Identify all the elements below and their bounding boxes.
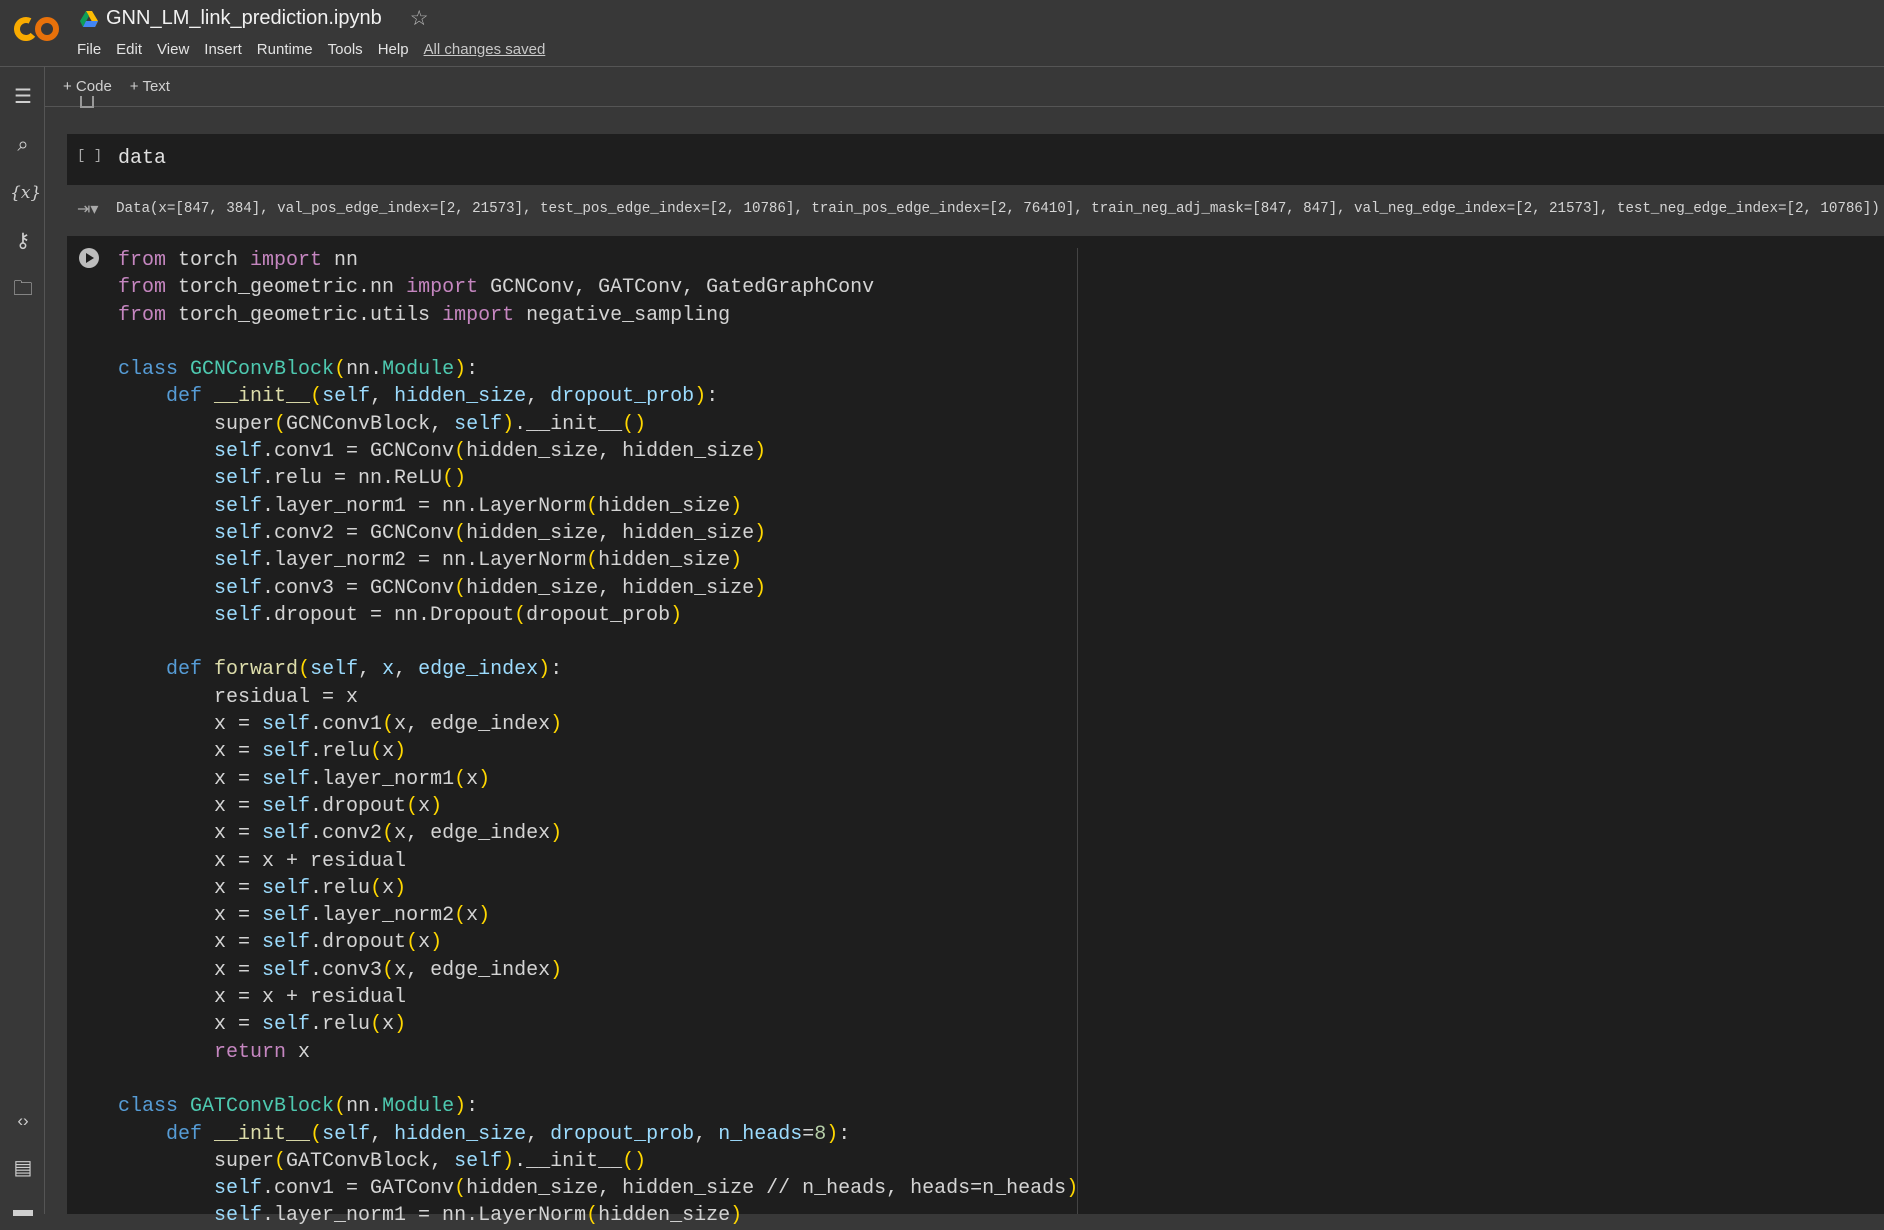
code-line[interactable]: x = self.dropout(x) [118, 793, 1078, 820]
code-line[interactable]: x = self.conv3(x, edge_index) [118, 957, 1078, 984]
code-cell-model[interactable]: from torch import nn from torch_geometric… [67, 236, 1884, 1227]
code-line[interactable]: residual = x [118, 684, 1078, 711]
code-line[interactable]: super(GATConvBlock, self).__init__() [118, 1148, 1078, 1175]
search-icon[interactable]: ⌕ [10, 132, 36, 158]
left-sidebar: ☰ ⌕ {x} ⚷ 🗀 ‹› ▤ ▬ [0, 67, 45, 1221]
command-palette-icon[interactable]: ▤ [10, 1155, 36, 1181]
cell-output: ⇥▾ Data(x=[847, 384], val_pos_edge_index… [67, 185, 1884, 236]
terminal-icon[interactable]: ▬ [10, 1197, 36, 1223]
secrets-key-icon[interactable]: ⚷ [10, 228, 36, 254]
code-line[interactable]: from torch_geometric.nn import GCNConv, … [118, 274, 1078, 301]
code-line[interactable]: self.dropout = nn.Dropout(dropout_prob) [118, 602, 1078, 629]
code-line[interactable]: x = self.conv1(x, edge_index) [118, 711, 1078, 738]
code-line[interactable]: x = self.conv2(x, edge_index) [118, 820, 1078, 847]
files-folder-icon[interactable]: 🗀 [10, 276, 36, 302]
code-line[interactable]: x = self.relu(x) [118, 738, 1078, 765]
output-text: Data(x=[847, 384], val_pos_edge_index=[2… [116, 201, 1880, 217]
code-line[interactable]: x = self.relu(x) [118, 1011, 1078, 1038]
code-line[interactable]: def __init__(self, hidden_size, dropout_… [118, 383, 1078, 410]
output-toggle-icon[interactable]: ⇥▾ [77, 199, 99, 219]
execution-count[interactable]: [ ] [77, 148, 102, 164]
code-line[interactable]: from torch import nn [118, 247, 1078, 274]
code-line[interactable]: class GCNConvBlock(nn.Module): [118, 356, 1078, 383]
menu-view[interactable]: View [157, 41, 189, 58]
code-editor[interactable]: from torch import nn from torch_geometric… [118, 247, 1078, 1230]
code-snippets-icon[interactable]: ‹› [10, 1108, 36, 1134]
code-line[interactable] [118, 329, 1078, 356]
code-line[interactable]: x = x + residual [118, 848, 1078, 875]
collapsed-cell-icon [80, 96, 94, 108]
code-line[interactable]: x = self.layer_norm2(x) [118, 902, 1078, 929]
menu-insert[interactable]: Insert [204, 41, 242, 58]
code-line[interactable]: def forward(self, x, edge_index): [118, 656, 1078, 683]
google-drive-icon [80, 10, 98, 27]
code-line[interactable]: self.conv1 = GCNConv(hidden_size, hidden… [118, 438, 1078, 465]
variables-icon[interactable]: {x} [10, 180, 41, 206]
notebook-toolbar: + Code + Text [45, 67, 1884, 107]
menu-help[interactable]: Help [378, 41, 409, 58]
menu-tools[interactable]: Tools [328, 41, 363, 58]
code-line[interactable]: super(GCNConvBlock, self).__init__() [118, 411, 1078, 438]
code-line[interactable]: return x [118, 1039, 1078, 1066]
menu-bar: File Edit View Insert Runtime Tools Help… [77, 41, 545, 58]
run-cell-button[interactable] [79, 248, 99, 268]
colab-logo[interactable] [14, 14, 60, 44]
cell-source[interactable]: data [118, 147, 166, 170]
code-line[interactable] [118, 1066, 1078, 1093]
code-line[interactable]: self.conv2 = GCNConv(hidden_size, hidden… [118, 520, 1078, 547]
code-line[interactable]: x = x + residual [118, 984, 1078, 1011]
code-cell-data[interactable]: [ ] data [67, 134, 1884, 185]
code-line[interactable]: x = self.dropout(x) [118, 929, 1078, 956]
code-line[interactable]: self.relu = nn.ReLU() [118, 465, 1078, 492]
table-of-contents-icon[interactable]: ☰ [10, 84, 36, 110]
notebook-title[interactable]: GNN_LM_link_prediction.ipynb [106, 7, 382, 30]
add-text-cell-button[interactable]: + Text [130, 78, 170, 95]
code-line[interactable]: self.layer_norm2 = nn.LayerNorm(hidden_s… [118, 547, 1078, 574]
code-line[interactable] [118, 629, 1078, 656]
star-icon[interactable]: ☆ [410, 6, 429, 31]
save-status[interactable]: All changes saved [424, 41, 546, 58]
header-bar: GNN_LM_link_prediction.ipynb ☆ File Edit… [0, 0, 1884, 67]
add-code-cell-button[interactable]: + Code [63, 78, 112, 95]
code-line[interactable]: self.conv3 = GCNConv(hidden_size, hidden… [118, 575, 1078, 602]
code-line[interactable]: def __init__(self, hidden_size, dropout_… [118, 1121, 1078, 1148]
menu-file[interactable]: File [77, 41, 101, 58]
code-line[interactable]: x = self.relu(x) [118, 875, 1078, 902]
menu-edit[interactable]: Edit [116, 41, 142, 58]
code-line[interactable]: class GATConvBlock(nn.Module): [118, 1093, 1078, 1120]
code-line[interactable]: self.conv1 = GATConv(hidden_size, hidden… [118, 1175, 1078, 1202]
code-line[interactable]: x = self.layer_norm1(x) [118, 766, 1078, 793]
code-line[interactable]: self.layer_norm1 = nn.LayerNorm(hidden_s… [118, 1202, 1078, 1229]
menu-runtime[interactable]: Runtime [257, 41, 313, 58]
code-line[interactable]: self.layer_norm1 = nn.LayerNorm(hidden_s… [118, 493, 1078, 520]
code-line[interactable]: from torch_geometric.utils import negati… [118, 302, 1078, 329]
